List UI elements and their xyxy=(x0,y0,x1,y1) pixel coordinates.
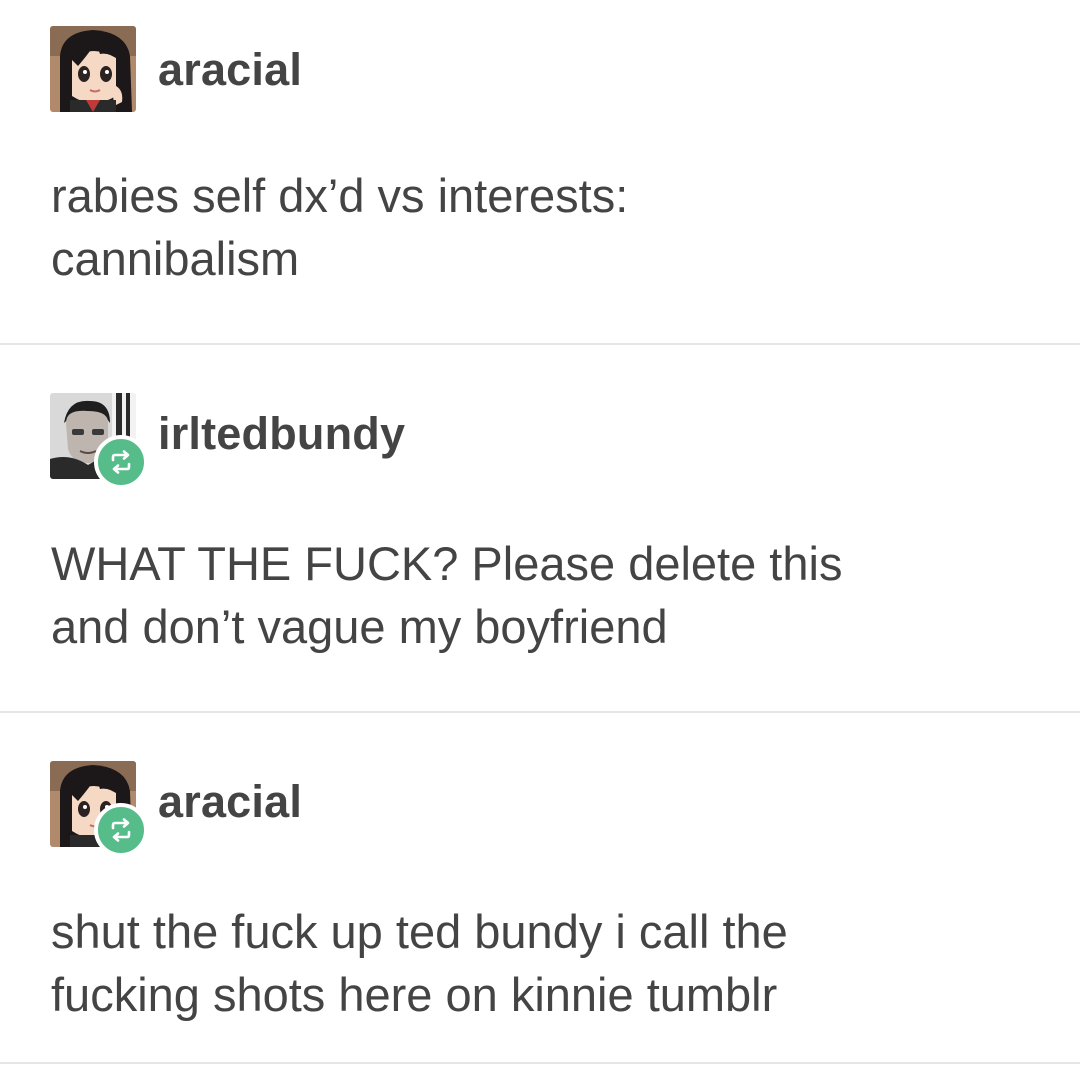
post-body-text: shut the fuck up ted bundy i call the fu… xyxy=(51,905,788,1021)
reblog-icon xyxy=(111,818,131,842)
avatar[interactable] xyxy=(50,393,148,489)
username[interactable]: aracial xyxy=(158,47,302,92)
post-header: aracial xyxy=(50,761,302,857)
post-header: aracial xyxy=(50,26,302,112)
post: irltedbundy WHAT THE FUCK? Please delete… xyxy=(0,345,1080,713)
post-header: irltedbundy xyxy=(50,393,405,489)
reblog-icon xyxy=(111,450,131,474)
username[interactable]: irltedbundy xyxy=(158,411,405,456)
reblog-badge xyxy=(94,435,148,489)
divider xyxy=(0,1062,1080,1064)
avatar[interactable] xyxy=(50,761,148,857)
post-body-text: rabies self dx’d vs interests: cannibali… xyxy=(51,169,629,285)
username[interactable]: aracial xyxy=(158,779,302,824)
post: aracial shut the fuck up ted bundy i cal… xyxy=(0,713,1080,1065)
post-body-text: WHAT THE FUCK? Please delete this and do… xyxy=(51,537,843,653)
reblog-badge xyxy=(94,803,148,857)
post: aracial rabies self dx’d vs interests: c… xyxy=(0,0,1080,345)
anime-girl-avatar-icon xyxy=(50,26,136,112)
avatar[interactable] xyxy=(50,26,136,112)
